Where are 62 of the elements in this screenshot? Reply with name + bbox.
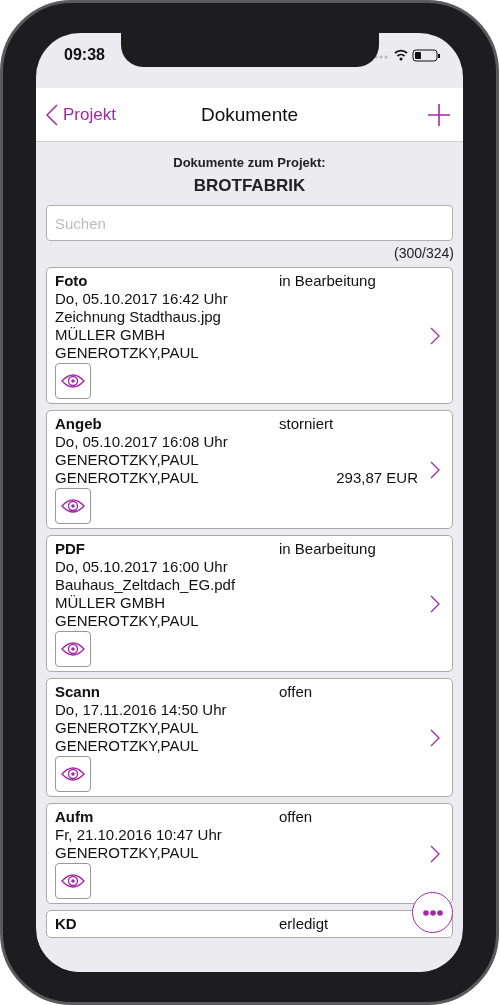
- document-amount: 293,87 EUR: [335, 469, 418, 487]
- document-detail: MÜLLER GMBH: [55, 326, 167, 344]
- project-name: BROTFABRIK: [192, 176, 307, 196]
- document-card[interactable]: PDF in Bearbeitung Do, 05.10.2017 16:00 Uhr Bauhaus_Zeltdach_EG.pdf MÜLLER GMBH GENEROTZKY,PAUL: [46, 535, 453, 672]
- chevron-icon: [430, 594, 440, 613]
- chevron-icon: [430, 844, 440, 863]
- document-detail: MÜLLER GMBH: [55, 594, 167, 612]
- document-detail: Fr, 21.10.2016 10:47 Uhr: [55, 826, 223, 844]
- document-status: in Bearbeitung: [279, 272, 377, 290]
- chevron-icon: [430, 326, 440, 345]
- document-detail: GENEROTZKY,PAUL: [55, 344, 200, 362]
- view-button[interactable]: [55, 863, 91, 899]
- view-button[interactable]: [55, 631, 91, 667]
- document-detail: Do, 05.10.2017 16:08 Uhr: [55, 433, 229, 451]
- wifi-icon: [394, 49, 408, 60]
- document-detail: Zeichnung Stadthaus.jpg: [55, 308, 222, 326]
- document-detail: GENEROTZKY,PAUL: [55, 469, 200, 487]
- more-icon: [422, 909, 443, 916]
- search-field[interactable]: Suchen: [46, 205, 453, 241]
- document-type: Angeb: [55, 415, 103, 433]
- document-status: storniert: [279, 415, 335, 433]
- eye-icon: [61, 498, 85, 514]
- document-type: Aufm: [55, 808, 95, 826]
- document-detail: GENEROTZKY,PAUL: [55, 844, 200, 862]
- view-button[interactable]: [55, 756, 91, 792]
- document-type: PDF: [55, 540, 86, 558]
- document-status: in Bearbeitung: [279, 540, 377, 558]
- eye-icon: [61, 766, 85, 782]
- back-chevron-icon: [46, 103, 58, 126]
- document-card[interactable]: KD erledigt: [46, 910, 453, 938]
- back-button[interactable]: Projekt: [46, 103, 116, 126]
- document-status: offen: [279, 808, 314, 826]
- document-detail: Do, 05.10.2017 16:00 Uhr: [55, 558, 229, 576]
- document-card[interactable]: Scann offen Do, 17.11.2016 14:50 Uhr GENEROTZKY,PAUL GENEROTZKY,PAUL: [46, 678, 453, 797]
- document-detail: Bauhaus_Zeltdach_EG.pdf: [55, 576, 237, 594]
- document-detail: Do, 17.11.2016 14:50 Uhr: [55, 701, 228, 719]
- view-button[interactable]: [55, 363, 91, 399]
- document-card[interactable]: Foto in Bearbeitung Do, 05.10.2017 16:42 Uhr Zeichnung Stadthaus.jpg MÜLLER GMBH GENEROTZKY,PAUL: [46, 267, 453, 404]
- document-detail: GENEROTZKY,PAUL: [55, 612, 200, 630]
- result-count: (300/324): [394, 245, 454, 261]
- eye-icon: [61, 641, 85, 657]
- document-detail: GENEROTZKY,PAUL: [55, 451, 200, 469]
- eye-icon: [61, 373, 85, 389]
- document-status: erledigt: [279, 915, 330, 933]
- document-detail: Do, 05.10.2017 16:42 Uhr: [55, 290, 229, 308]
- status-time: 09:38: [64, 45, 105, 64]
- add-button[interactable]: [427, 102, 451, 127]
- section-subtitle: Dokumente zum Projekt:: [172, 155, 327, 170]
- chevron-icon: [430, 460, 440, 479]
- document-detail: GENEROTZKY,PAUL: [55, 719, 200, 737]
- document-card[interactable]: Angeb storniert Do, 05.10.2017 16:08 Uhr GENEROTZKY,PAUL GENEROTZKY,PAUL 293,87 EUR: [46, 410, 453, 529]
- document-type: KD: [55, 915, 78, 933]
- battery-icon: [412, 49, 440, 61]
- view-button[interactable]: [55, 488, 91, 524]
- document-card[interactable]: Aufm offen Fr, 21.10.2016 10:47 Uhr GENEROTZKY,PAUL: [46, 803, 453, 904]
- eye-icon: [61, 873, 85, 889]
- document-type: Scann: [55, 683, 101, 701]
- page-title: Dokumente: [200, 103, 299, 126]
- document-detail: GENEROTZKY,PAUL: [55, 737, 200, 755]
- document-type: Foto: [55, 272, 89, 290]
- document-status: offen: [279, 683, 314, 701]
- chevron-icon: [430, 728, 440, 747]
